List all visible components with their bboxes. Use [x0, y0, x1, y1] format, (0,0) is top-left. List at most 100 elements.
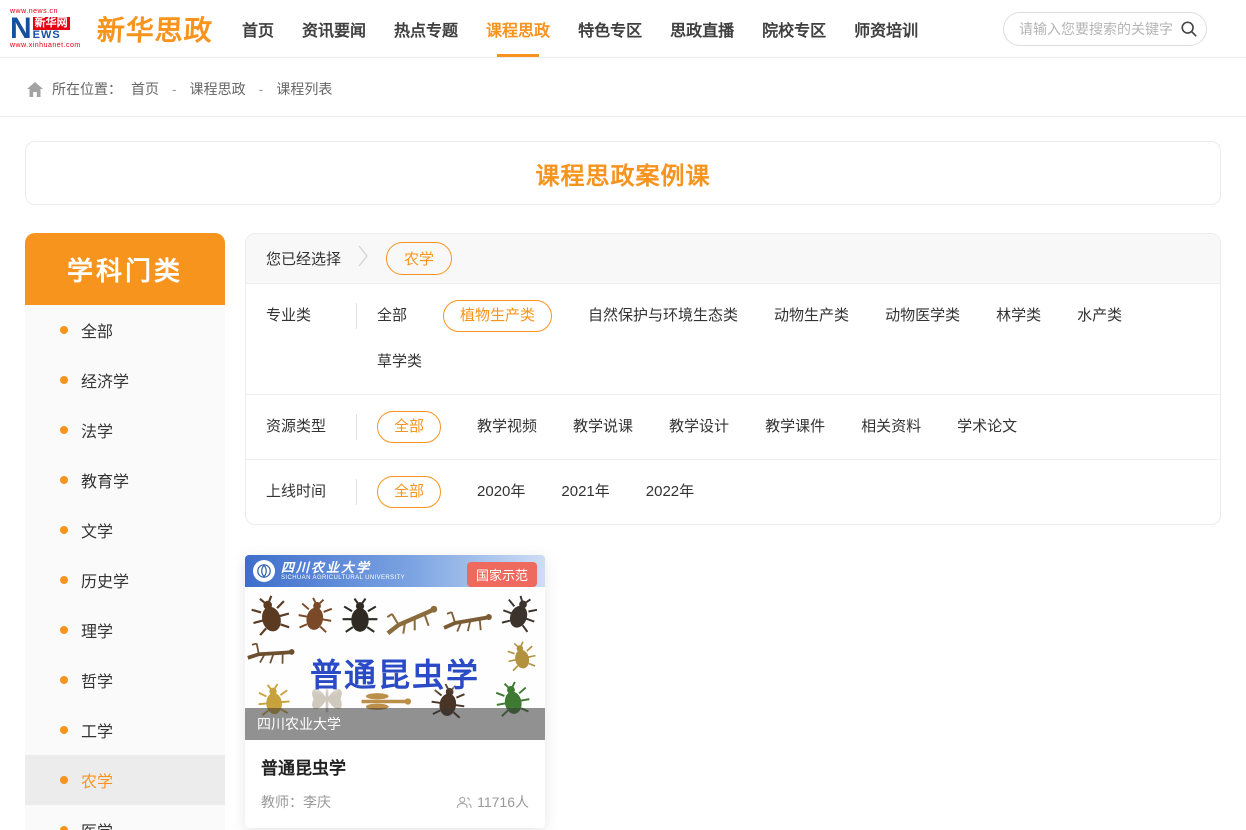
course-card[interactable]: 四川农业大学 SICHUAN AGRICULTURAL UNIVERSITY 国…	[245, 555, 545, 828]
breadcrumb: 所在位置： 首页 - 课程思政 - 课程列表	[0, 58, 1246, 117]
bullet-dot-icon	[60, 676, 68, 684]
filter-option[interactable]: 动物医学类	[885, 300, 960, 332]
filter-option[interactable]: 2021年	[561, 476, 609, 508]
bullet-dot-icon	[60, 426, 68, 434]
chevron-right-icon	[358, 245, 368, 272]
filter-option-selected[interactable]: 植物生产类	[443, 300, 552, 332]
nav-item-featured[interactable]: 特色专区	[564, 0, 656, 57]
main-nav: 首页 资讯要闻 热点专题 课程思政 特色专区 思政直播 院校专区 师资培训	[228, 0, 932, 57]
sidebar-item-law[interactable]: 法学	[25, 405, 225, 455]
filter-options: 全部 植物生产类 自然保护与环境生态类 动物生产类 动物医学类 林学类 水产类 …	[377, 300, 1200, 378]
cover-course-title: 普通昆虫学	[245, 650, 545, 696]
main-area: 学科门类 全部 经济学 法学 教育学 文学	[25, 233, 1221, 830]
course-title: 普通昆虫学	[261, 754, 529, 779]
nav-item-live[interactable]: 思政直播	[656, 0, 748, 57]
sidebar-item-literature[interactable]: 文学	[25, 505, 225, 555]
filter-option[interactable]: 全部	[377, 300, 407, 332]
bullet-dot-icon	[60, 726, 68, 734]
filter-group-major: 专业类 全部 植物生产类 自然保护与环境生态类 动物生产类 动物医学类 林学类 …	[246, 284, 1220, 395]
logo-xinhuanet-box: 新华网	[33, 17, 70, 30]
sidebar-item-philosophy[interactable]: 哲学	[25, 655, 225, 705]
page-title: 课程思政案例课	[536, 156, 711, 191]
filter-option[interactable]: 水产类	[1077, 300, 1122, 332]
filter-option[interactable]: 2022年	[646, 476, 694, 508]
search-input[interactable]	[1003, 12, 1207, 46]
filter-option[interactable]: 草学类	[377, 346, 422, 378]
filter-option[interactable]: 教学设计	[669, 411, 729, 443]
sidebar-item-science[interactable]: 理学	[25, 605, 225, 655]
sidebar-item-agriculture[interactable]: 农学	[25, 755, 225, 805]
course-teacher: 教师：李庆	[261, 792, 331, 812]
nav-item-training[interactable]: 师资培训	[840, 0, 932, 57]
sidebar-item-label: 历史学	[81, 568, 129, 592]
nav-item-colleges[interactable]: 院校专区	[748, 0, 840, 57]
sidebar-item-medicine[interactable]: 医学	[25, 805, 225, 830]
filter-option[interactable]: 教学说课	[573, 411, 633, 443]
filter-option[interactable]: 教学课件	[765, 411, 825, 443]
filter-group-resource-type: 资源类型 全部 教学视频 教学说课 教学设计 教学课件 相关资料 学术论文	[246, 395, 1220, 460]
sidebar-item-label: 农学	[81, 768, 113, 792]
sidebar-item-label: 经济学	[81, 368, 129, 392]
search-icon[interactable]	[1180, 20, 1198, 38]
banner-university-name-en: SICHUAN AGRICULTURAL UNIVERSITY	[281, 575, 405, 582]
insect-icon	[442, 608, 493, 642]
sidebar-title: 学科门类	[25, 233, 225, 305]
insect-icon	[383, 603, 441, 642]
logo-n-letter: N	[10, 15, 32, 42]
filter-option[interactable]: 自然保护与环境生态类	[588, 300, 738, 332]
sidebar-item-engineering[interactable]: 工学	[25, 705, 225, 755]
filter-options: 全部 教学视频 教学说课 教学设计 教学课件 相关资料 学术论文	[377, 411, 1200, 443]
national-demo-badge: 国家示范	[467, 562, 537, 587]
filter-option[interactable]: 教学视频	[477, 411, 537, 443]
bullet-dot-icon	[60, 326, 68, 334]
filter-group-label: 上线时间	[266, 476, 356, 508]
content-column: 您已经选择 农学 专业类 全部 植物生产类 自然保护与环境生态类 动物生产类 动…	[245, 233, 1221, 828]
nav-item-topics[interactable]: 热点专题	[380, 0, 472, 57]
filter-options: 全部 2020年 2021年 2022年	[377, 476, 1200, 508]
sidebar-item-label: 文学	[81, 518, 113, 542]
sidebar-item-label: 全部	[81, 318, 113, 342]
filter-option-selected[interactable]: 全部	[377, 476, 441, 508]
sidebar-item-all[interactable]: 全部	[25, 305, 225, 355]
person-icon	[456, 796, 472, 809]
nav-item-news[interactable]: 资讯要闻	[288, 0, 380, 57]
nav-item-home[interactable]: 首页	[228, 0, 288, 57]
filter-panel: 您已经选择 农学 专业类 全部 植物生产类 自然保护与环境生态类 动物生产类 动…	[245, 233, 1221, 525]
vertical-divider	[356, 414, 357, 440]
filter-option[interactable]: 动物生产类	[774, 300, 849, 332]
selected-filters-label: 您已经选择	[266, 248, 356, 269]
filter-option[interactable]: 相关资料	[861, 411, 921, 443]
sidebar-list: 全部 经济学 法学 教育学 文学 历史学	[25, 305, 225, 830]
cover-university-overlay: 四川农业大学	[245, 708, 545, 740]
breadcrumb-course-list[interactable]: 课程列表	[276, 79, 332, 99]
insect-icon	[294, 594, 337, 641]
sidebar-item-label: 法学	[81, 418, 113, 442]
selected-filter-chip[interactable]: 农学	[386, 242, 452, 275]
sidebar-item-education[interactable]: 教育学	[25, 455, 225, 505]
filter-group-label: 专业类	[266, 300, 356, 332]
sidebar-item-history[interactable]: 历史学	[25, 555, 225, 605]
bullet-dot-icon	[60, 526, 68, 534]
student-count: 11716人	[456, 792, 529, 812]
nav-item-course-szheng[interactable]: 课程思政	[472, 0, 564, 57]
university-logo	[253, 560, 275, 582]
home-icon	[27, 82, 43, 97]
filter-option[interactable]: 学术论文	[957, 411, 1017, 443]
filter-option-selected[interactable]: 全部	[377, 411, 441, 443]
insect-icon	[495, 590, 543, 641]
site-logo[interactable]: www.news.cn N 新华网 EWS www.xinhuanet.com …	[10, 8, 206, 49]
top-header: www.news.cn N 新华网 EWS www.xinhuanet.com …	[0, 0, 1246, 58]
page-title-card: 课程思政案例课	[25, 141, 1221, 205]
filter-option[interactable]: 2020年	[477, 476, 525, 508]
sidebar-item-economics[interactable]: 经济学	[25, 355, 225, 405]
filter-option[interactable]: 林学类	[996, 300, 1041, 332]
sidebar-item-label: 理学	[81, 618, 113, 642]
selected-filters-row: 您已经选择 农学	[246, 234, 1220, 284]
breadcrumb-course[interactable]: 课程思政	[190, 79, 246, 99]
bullet-dot-icon	[60, 576, 68, 584]
breadcrumb-home[interactable]: 首页	[131, 79, 159, 99]
logo-url-bottom: www.xinhuanet.com	[10, 42, 81, 49]
bullet-dot-icon	[60, 626, 68, 634]
student-count-label: 11716人	[477, 792, 529, 812]
course-info: 普通昆虫学 教师：李庆 11716人	[245, 740, 545, 828]
